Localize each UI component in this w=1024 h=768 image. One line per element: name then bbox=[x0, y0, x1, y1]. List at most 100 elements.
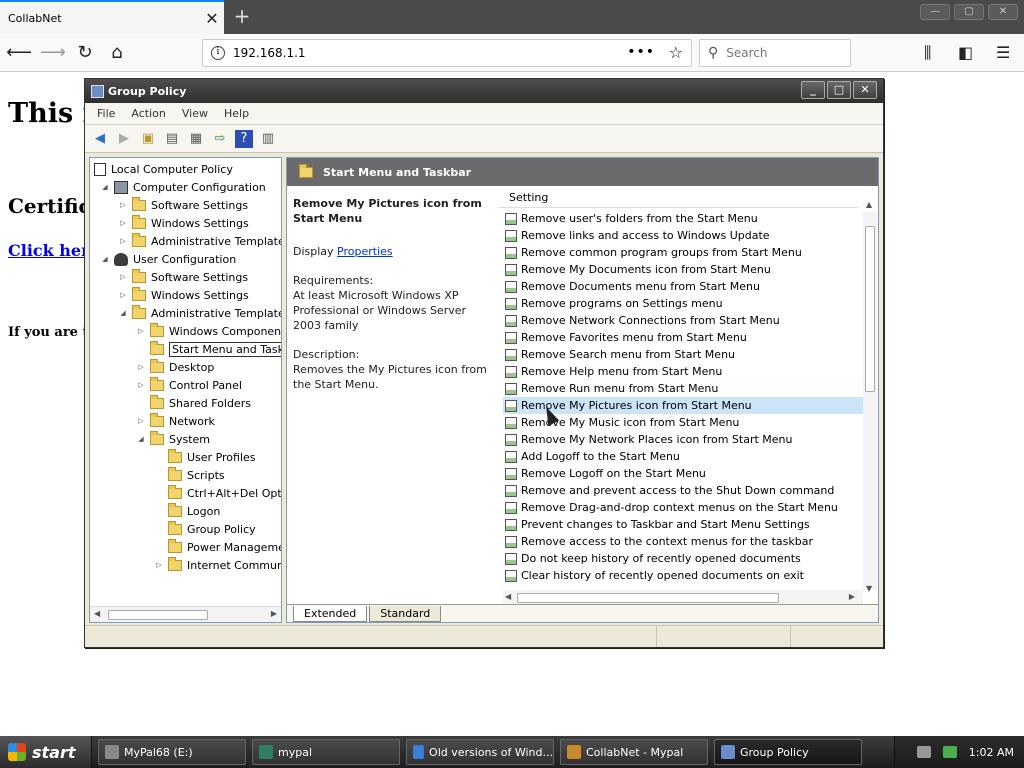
tree-item-administrative-templates[interactable]: ▷ Administrative Templates bbox=[118, 232, 281, 250]
menu-view[interactable]: View bbox=[176, 107, 214, 120]
home-icon[interactable]: ⌂ bbox=[104, 41, 130, 65]
tree-item-computer-configuration[interactable]: ◢ Computer Configuration bbox=[100, 178, 266, 196]
list-item[interactable]: Remove common program groups from Start … bbox=[503, 244, 863, 261]
minimize-button[interactable]: _ bbox=[801, 81, 825, 99]
scroll-thumb[interactable] bbox=[517, 593, 779, 603]
menu-file[interactable]: File bbox=[91, 107, 121, 120]
list-item[interactable]: Remove Documents menu from Start Menu bbox=[503, 278, 863, 295]
library-icon[interactable]: ⫼ bbox=[924, 43, 931, 63]
settings-vertical-scrollbar[interactable]: ▲ ▼ bbox=[863, 200, 877, 593]
window-titlebar[interactable]: Group Policy _ □ ✕ bbox=[85, 79, 883, 103]
list-item[interactable]: Remove Logoff on the Start Menu bbox=[503, 465, 863, 482]
tree-item-group-policy[interactable]: Group Policy bbox=[154, 520, 256, 538]
bookmark-star-icon[interactable]: ☆ bbox=[669, 43, 683, 62]
minimize-icon[interactable]: — bbox=[920, 4, 950, 20]
search-box[interactable]: ⚲ Search bbox=[699, 39, 851, 67]
list-item[interactable]: Remove My Network Places icon from Start… bbox=[503, 431, 863, 448]
tree-item-user-profiles[interactable]: User Profiles bbox=[154, 448, 256, 466]
menu-help[interactable]: Help bbox=[218, 107, 255, 120]
click-here-link[interactable]: Click her bbox=[8, 241, 90, 260]
expand-arrow-icon[interactable]: ▷ bbox=[136, 381, 146, 389]
close-icon[interactable]: ✕ bbox=[988, 4, 1018, 20]
keyboard-icon[interactable] bbox=[916, 746, 931, 758]
up-folder-icon[interactable]: ▣ bbox=[139, 130, 157, 148]
column-header-setting[interactable]: Setting bbox=[499, 186, 859, 208]
properties-link[interactable]: Properties bbox=[337, 245, 393, 258]
address-bar[interactable]: i 192.168.1.1 ••• ☆ bbox=[202, 39, 692, 67]
list-item[interactable]: Remove Help menu from Start Menu bbox=[503, 363, 863, 380]
scroll-down-icon[interactable]: ▼ bbox=[866, 584, 872, 593]
list-item[interactable]: Do not keep history of recently opened d… bbox=[503, 550, 863, 567]
list-item[interactable]: Remove programs on Settings menu bbox=[503, 295, 863, 312]
tree-item-system[interactable]: ◢ System bbox=[136, 430, 210, 448]
taskbar-item-collabnet-mypal[interactable]: CollabNet - Mypal bbox=[560, 739, 708, 765]
list-item[interactable]: Remove Search menu from Start Menu bbox=[503, 346, 863, 363]
expand-arrow-icon[interactable]: ▷ bbox=[136, 417, 146, 425]
forward-icon[interactable]: ▶ bbox=[115, 130, 133, 148]
new-tab-button[interactable]: + bbox=[230, 4, 254, 28]
list-item[interactable]: Remove Run menu from Start Menu bbox=[503, 380, 863, 397]
tab-standard[interactable]: Standard bbox=[369, 606, 442, 622]
tree-item-control-panel[interactable]: ▷ Control Panel bbox=[136, 376, 242, 394]
start-button[interactable]: start bbox=[0, 736, 92, 768]
list-item[interactable]: Remove links and access to Windows Updat… bbox=[503, 227, 863, 244]
list-item[interactable]: Clear history of recently opened documen… bbox=[503, 567, 863, 584]
list-item[interactable]: Remove Network Connections from Start Me… bbox=[503, 312, 863, 329]
site-info-icon[interactable]: i bbox=[211, 46, 225, 60]
scroll-right-icon[interactable]: ▶ bbox=[271, 609, 277, 618]
back-arrow-icon[interactable]: ⟵ bbox=[6, 41, 32, 65]
tree-item-power-management[interactable]: Power Managemer bbox=[154, 538, 281, 556]
list-item[interactable]: Remove access to the context menus for t… bbox=[503, 533, 863, 550]
show-hide-tree-icon[interactable]: ▤ bbox=[163, 130, 181, 148]
tree-item-internet-communication[interactable]: ▷ Internet Communi bbox=[154, 556, 281, 574]
expand-arrow-icon[interactable]: ▷ bbox=[154, 561, 164, 569]
sidebar-icon[interactable]: ◧ bbox=[958, 43, 973, 62]
tree-horizontal-scrollbar[interactable]: ◀ ▶ bbox=[90, 606, 281, 622]
list-item[interactable]: Remove My Documents icon from Start Menu bbox=[503, 261, 863, 278]
scroll-left-icon[interactable]: ◀ bbox=[94, 609, 100, 618]
close-button[interactable]: ✕ bbox=[853, 81, 877, 99]
tree-item-software-settings[interactable]: ▷ Software Settings bbox=[118, 196, 248, 214]
export-list-icon[interactable]: ⇨ bbox=[211, 130, 229, 148]
list-item[interactable]: Remove and prevent access to the Shut Do… bbox=[503, 482, 863, 499]
taskbar-item-mypal[interactable]: mypal bbox=[252, 739, 400, 765]
tree-item-user-administrative-templates[interactable]: ◢ Administrative Templates bbox=[118, 304, 281, 322]
expand-arrow-icon[interactable]: ▷ bbox=[118, 291, 128, 299]
reload-icon[interactable]: ↻ bbox=[72, 41, 98, 65]
list-item[interactable]: Remove user's folders from the Start Men… bbox=[503, 210, 863, 227]
taskbar-item-old-versions[interactable]: Old versions of Wind... bbox=[406, 739, 554, 765]
tree-item-scripts[interactable]: Scripts bbox=[154, 466, 225, 484]
tab-extended[interactable]: Extended bbox=[293, 606, 368, 622]
tree-item-user-configuration[interactable]: ◢ User Configuration bbox=[100, 250, 236, 268]
console-icon[interactable]: ▥ bbox=[259, 130, 277, 148]
browser-tab[interactable]: CollabNet ✕ bbox=[0, 0, 224, 34]
tree-item-user-software-settings[interactable]: ▷ Software Settings bbox=[118, 268, 248, 286]
list-item[interactable]: Remove Favorites menu from Start Menu bbox=[503, 329, 863, 346]
tree-item-windows-components[interactable]: ▷ Windows Components bbox=[136, 322, 281, 340]
tree-item-network[interactable]: ▷ Network bbox=[136, 412, 215, 430]
forward-arrow-icon[interactable]: ⟶ bbox=[40, 41, 66, 65]
list-item-selected[interactable]: Remove My Pictures icon from Start Menu bbox=[503, 397, 863, 414]
scroll-thumb[interactable] bbox=[865, 226, 875, 392]
tree-item-logon[interactable]: Logon bbox=[154, 502, 220, 520]
expand-arrow-icon[interactable]: ▷ bbox=[118, 201, 128, 209]
collapse-arrow-icon[interactable]: ◢ bbox=[136, 435, 146, 443]
expand-arrow-icon[interactable]: ▷ bbox=[118, 273, 128, 281]
collapse-arrow-icon[interactable]: ◢ bbox=[100, 183, 110, 191]
tree-item-shared-folders[interactable]: Shared Folders bbox=[136, 394, 251, 412]
collapse-arrow-icon[interactable]: ◢ bbox=[118, 309, 128, 317]
list-item[interactable]: Add Logoff to the Start Menu bbox=[503, 448, 863, 465]
expand-arrow-icon[interactable]: ▷ bbox=[136, 363, 146, 371]
scroll-left-icon[interactable]: ◀ bbox=[505, 592, 511, 601]
taskbar-item-mypal68-drive[interactable]: MyPal68 (E:) bbox=[98, 739, 246, 765]
help-icon[interactable]: ? bbox=[235, 129, 253, 148]
scroll-thumb[interactable] bbox=[108, 610, 208, 620]
safely-remove-hardware-icon[interactable] bbox=[942, 746, 957, 758]
tree-item-desktop[interactable]: ▷ Desktop bbox=[136, 358, 214, 376]
menu-action[interactable]: Action bbox=[125, 107, 171, 120]
expand-arrow-icon[interactable]: ▷ bbox=[118, 219, 128, 227]
menu-icon[interactable]: ☰ bbox=[996, 43, 1010, 62]
tree-item-local-computer-policy[interactable]: Local Computer Policy bbox=[94, 160, 233, 178]
list-item[interactable]: Prevent changes to Taskbar and Start Men… bbox=[503, 516, 863, 533]
back-icon[interactable]: ◀ bbox=[91, 130, 109, 148]
